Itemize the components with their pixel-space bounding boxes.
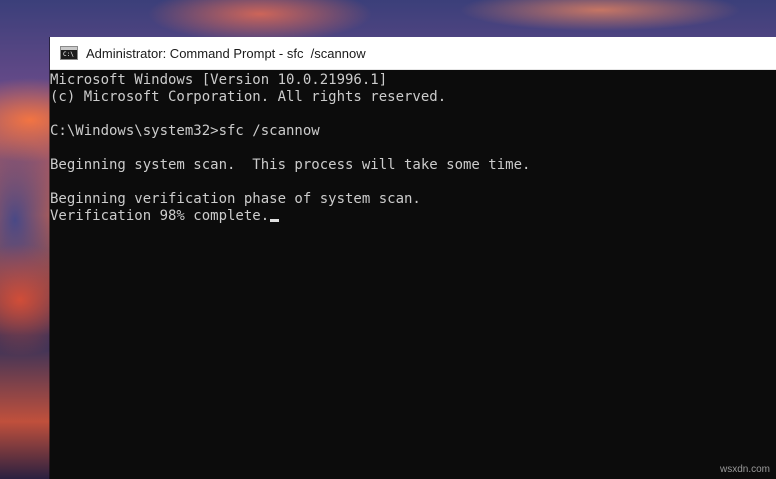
cmd-icon: C:\ xyxy=(60,46,78,60)
cmd-icon-glyph: C:\ xyxy=(63,51,74,58)
console-line: Verification 98% complete. xyxy=(50,208,270,224)
console-line: Beginning system scan. This process will… xyxy=(50,157,531,173)
text-cursor xyxy=(270,219,280,222)
title-bar[interactable]: C:\ Administrator: Command Prompt - sfc … xyxy=(50,37,776,70)
console-line: (c) Microsoft Corporation. All rights re… xyxy=(50,89,447,105)
console-output[interactable]: Microsoft Windows [Version 10.0.21996.1]… xyxy=(50,70,776,225)
watermark: wsxdn.com xyxy=(719,464,770,475)
console-line: Microsoft Windows [Version 10.0.21996.1] xyxy=(50,72,388,88)
window-title: Administrator: Command Prompt - sfc /sca… xyxy=(86,45,366,61)
command-prompt-window[interactable]: C:\ Administrator: Command Prompt - sfc … xyxy=(50,37,776,479)
console-line: C:\Windows\system32>sfc /scannow xyxy=(50,123,320,139)
console-current-line: Verification 98% complete. xyxy=(50,208,776,225)
console-line: Beginning verification phase of system s… xyxy=(50,191,421,207)
